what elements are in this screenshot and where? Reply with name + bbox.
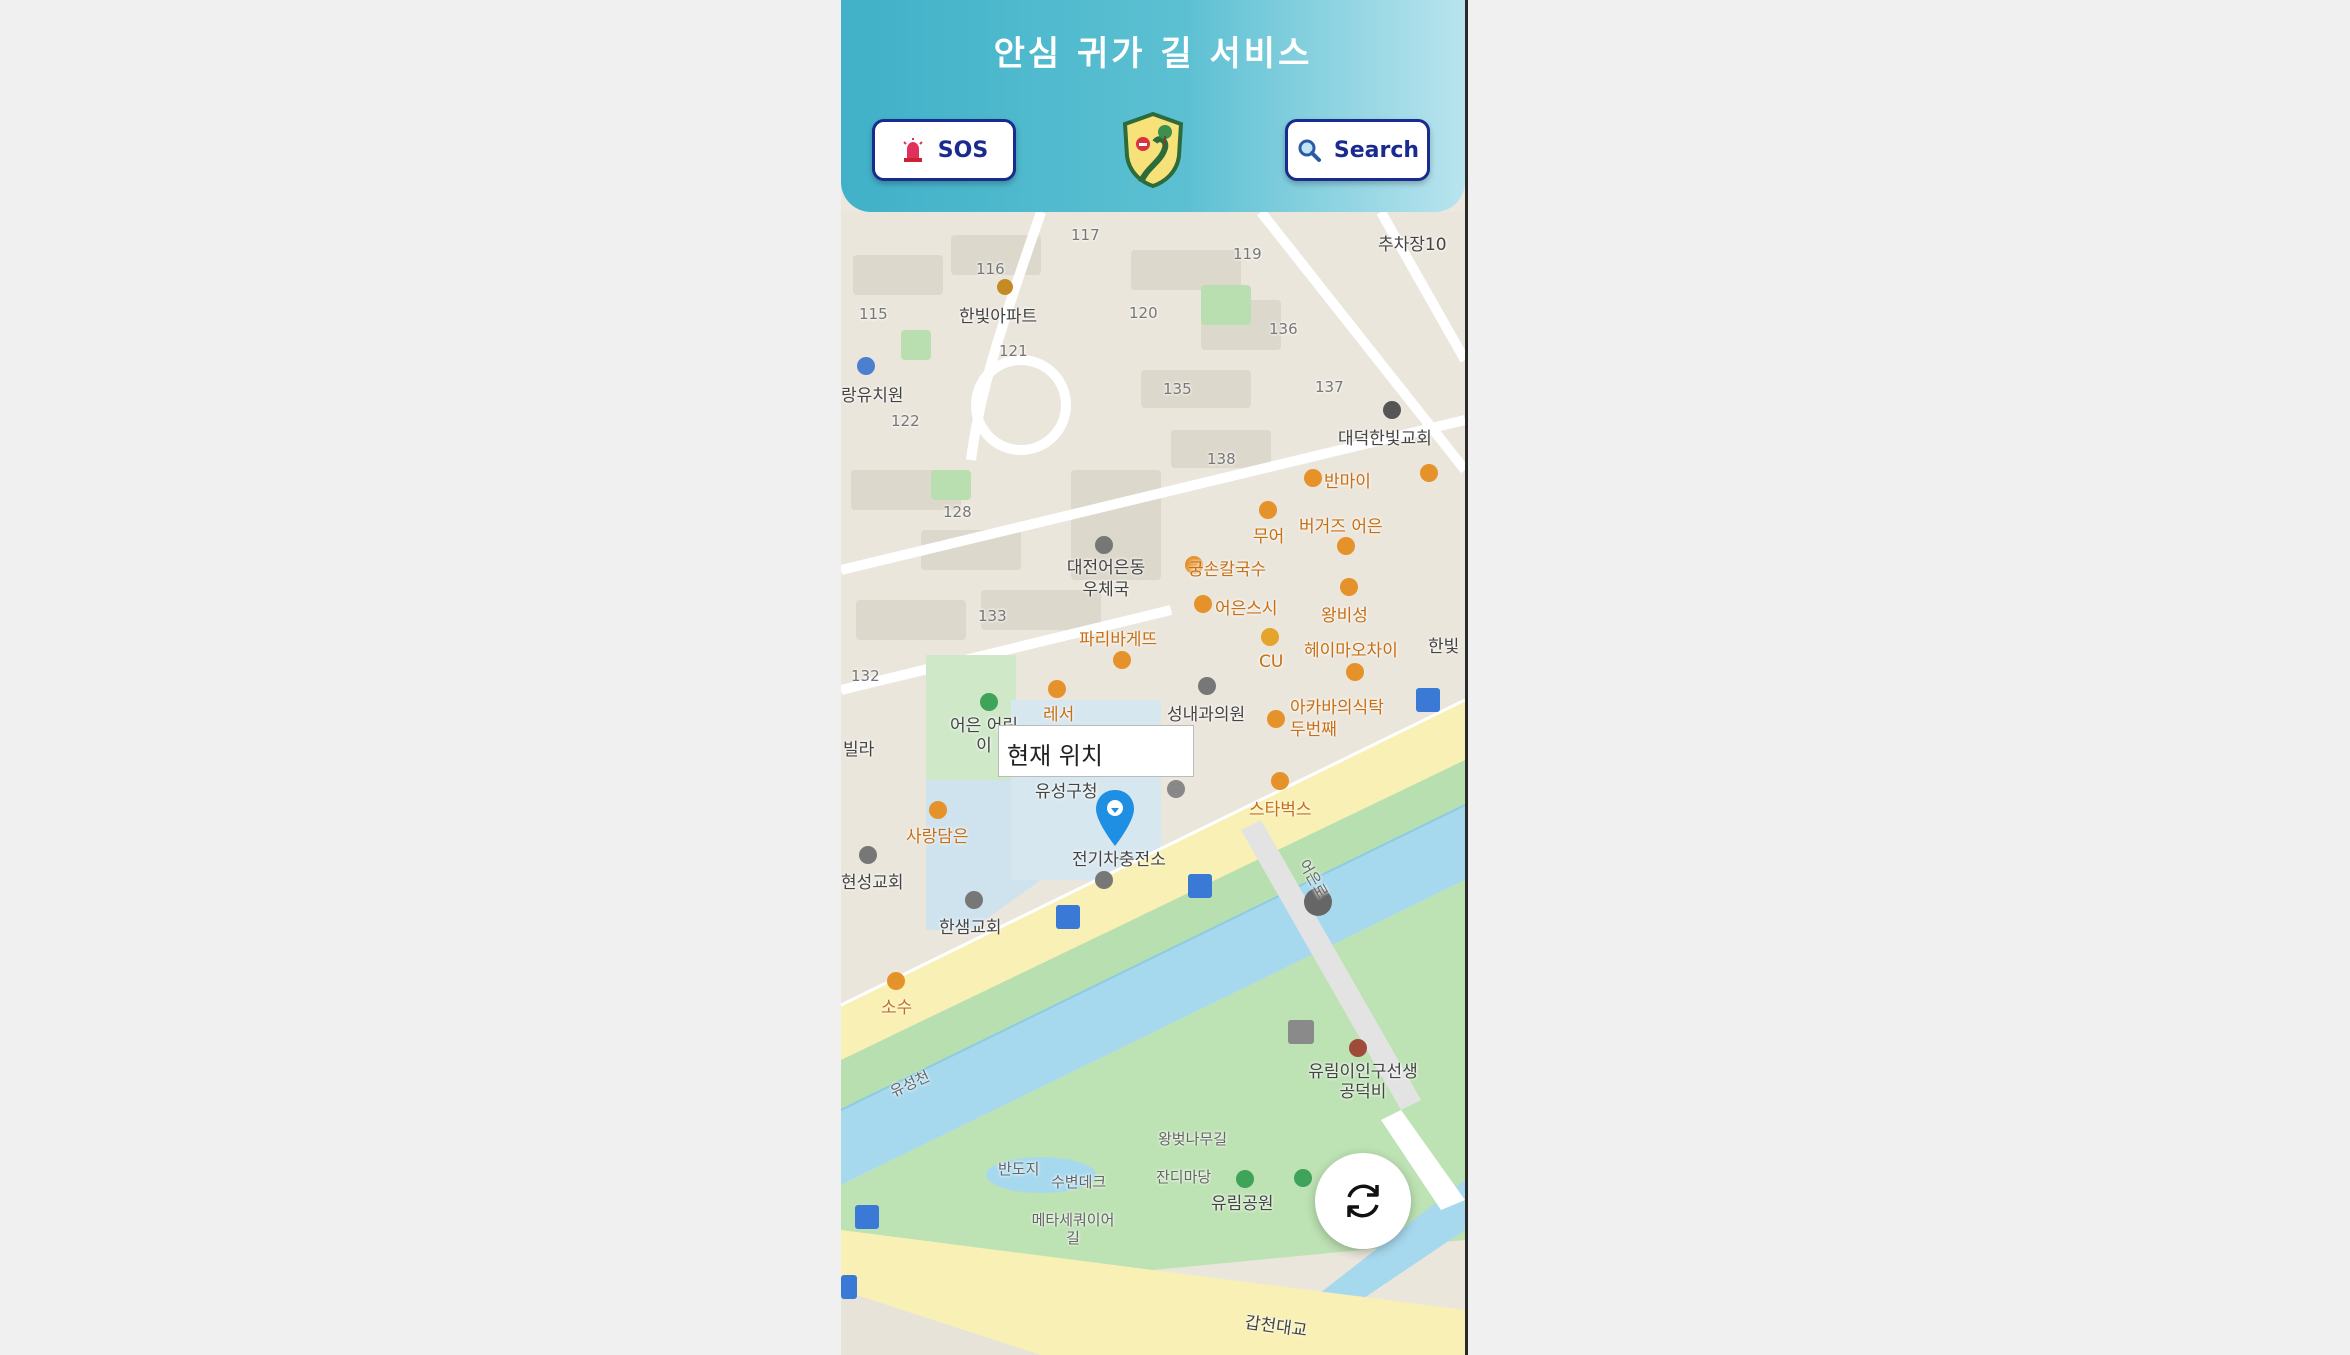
map-label: 아카바의식탁 두번째 bbox=[1290, 698, 1384, 740]
map-label: 파리바게뜨 bbox=[1079, 630, 1158, 650]
map-label: 왕비성 bbox=[1321, 606, 1368, 626]
map-label: 추차장10 bbox=[1378, 235, 1447, 255]
map-label: 유림공원 bbox=[1211, 1194, 1274, 1214]
refresh-button[interactable] bbox=[1315, 1153, 1411, 1249]
map-label: 버거즈 어은 bbox=[1299, 517, 1383, 537]
search-label: Search bbox=[1333, 137, 1420, 163]
map-label: 현성교회 bbox=[841, 873, 904, 893]
refresh-icon bbox=[1347, 1184, 1379, 1218]
map-label: 117 bbox=[1071, 226, 1100, 244]
search-button[interactable]: Search bbox=[1285, 119, 1430, 181]
map-label: 레서 bbox=[1043, 705, 1075, 725]
location-pin-icon[interactable] bbox=[1093, 788, 1137, 848]
map-label: 133 bbox=[978, 607, 1007, 625]
map-label: 122 bbox=[891, 412, 920, 430]
map-label: 대덕한빛교회 bbox=[1338, 429, 1432, 449]
map-label: 어은스시 bbox=[1215, 599, 1278, 619]
current-location-popup: 현재 위치 bbox=[998, 725, 1194, 777]
map-label: 왕벚나무길 bbox=[1158, 1130, 1228, 1148]
map-label: 한빛아파트 bbox=[959, 307, 1038, 327]
map-label: CU bbox=[1259, 652, 1284, 672]
map-label: 120 bbox=[1129, 304, 1158, 322]
sos-label: SOS bbox=[937, 137, 989, 163]
map-label: 소수 bbox=[881, 998, 913, 1018]
map-label: 135 bbox=[1163, 380, 1192, 398]
map-label: 메타세쿼이어 길 bbox=[1031, 1211, 1115, 1247]
map-label: 대전어은동 우체국 bbox=[1066, 558, 1146, 600]
map-label: 116 bbox=[976, 260, 1005, 278]
map-label: 잔디마당 bbox=[1156, 1168, 1212, 1186]
map-label: 성내과의원 bbox=[1167, 705, 1246, 725]
map-label: 무어 bbox=[1253, 527, 1285, 547]
map-label: 사랑담은 bbox=[906, 827, 969, 847]
shield-logo-icon bbox=[1122, 112, 1184, 188]
map-label: 137 bbox=[1315, 378, 1344, 396]
map-label: 반마이 bbox=[1324, 472, 1371, 492]
phone-screen: 117 116 119 115 120 136 121 135 137 122 … bbox=[841, 0, 1468, 1355]
map-label: 138 bbox=[1207, 450, 1236, 468]
map-label: 스타벅스 bbox=[1249, 800, 1312, 820]
map-label: 유림이인구선생 공덕비 bbox=[1308, 1062, 1418, 1102]
map-label: 136 bbox=[1269, 320, 1298, 338]
map-label: 한빛 bbox=[1428, 637, 1460, 657]
map-label: 궁손칼국수 bbox=[1188, 560, 1267, 580]
map-label: 전기차충전소 bbox=[1072, 850, 1166, 870]
map-label: 반도지 bbox=[998, 1160, 1040, 1178]
map-label: 한샘교회 bbox=[939, 918, 1002, 938]
map-label: 헤이마오차이 bbox=[1304, 641, 1398, 661]
map-label: 128 bbox=[943, 503, 972, 521]
map-label: 119 bbox=[1233, 245, 1262, 263]
siren-icon bbox=[903, 138, 923, 162]
map-label: 132 bbox=[851, 667, 880, 685]
map-label: 121 bbox=[999, 342, 1028, 360]
map-label: 115 bbox=[859, 305, 888, 323]
sos-button[interactable]: SOS bbox=[872, 119, 1016, 181]
app-header: 안심 귀가 길 서비스 SOS Search bbox=[841, 0, 1465, 212]
map-label: 빌라 bbox=[843, 740, 875, 760]
map-label: 유성구청 bbox=[1035, 782, 1098, 802]
map-label: 수변데크 bbox=[1051, 1173, 1107, 1191]
map-label: 랑유치원 bbox=[841, 386, 904, 406]
magnifier-icon bbox=[1298, 139, 1321, 162]
app-title: 안심 귀가 길 서비스 bbox=[993, 34, 1313, 74]
